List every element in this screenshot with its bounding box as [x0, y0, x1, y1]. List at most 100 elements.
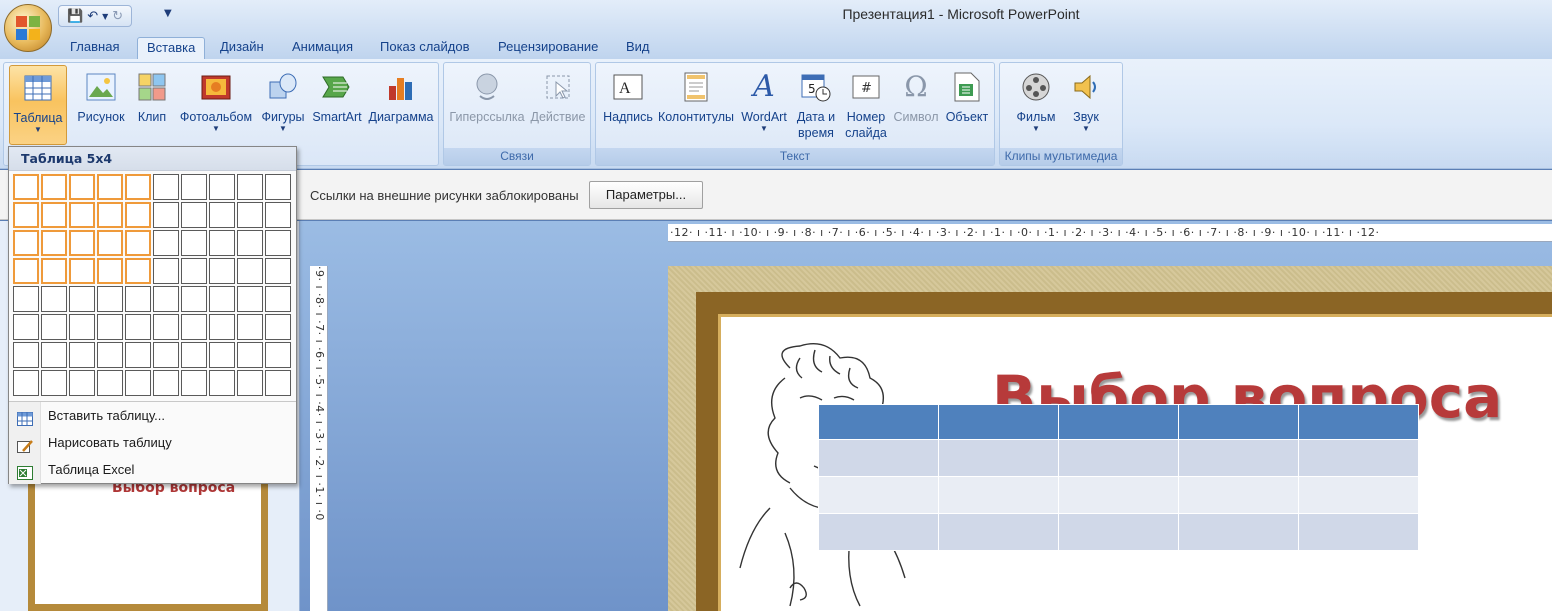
- grid-cell[interactable]: [69, 258, 95, 284]
- grid-cell[interactable]: [153, 202, 179, 228]
- grid-cell[interactable]: [237, 258, 263, 284]
- tab-animation[interactable]: Анимация: [283, 37, 362, 59]
- grid-cell[interactable]: [209, 342, 235, 368]
- grid-cell[interactable]: [153, 286, 179, 312]
- wordart-button[interactable]: A WordArt ▼: [736, 71, 792, 133]
- grid-cell[interactable]: [69, 370, 95, 396]
- grid-cell[interactable]: [237, 174, 263, 200]
- grid-cell[interactable]: [237, 370, 263, 396]
- slide-number-button[interactable]: # Номер слайда: [842, 71, 890, 141]
- object-button[interactable]: Объект: [942, 71, 992, 125]
- grid-cell[interactable]: [237, 342, 263, 368]
- grid-cell[interactable]: [97, 202, 123, 228]
- grid-cell[interactable]: [153, 230, 179, 256]
- table-cell[interactable]: [1298, 404, 1419, 440]
- sound-button[interactable]: Звук ▼: [1064, 71, 1108, 133]
- grid-cell[interactable]: [125, 258, 151, 284]
- grid-cell[interactable]: [265, 230, 291, 256]
- grid-cell[interactable]: [237, 286, 263, 312]
- table-cell[interactable]: [1058, 476, 1179, 514]
- grid-cell[interactable]: [181, 202, 207, 228]
- grid-cell[interactable]: [265, 314, 291, 340]
- table-cell[interactable]: [1298, 513, 1419, 551]
- grid-cell[interactable]: [13, 370, 39, 396]
- smartart-button[interactable]: SmartArt: [308, 71, 366, 125]
- hyperlink-button[interactable]: Гиперссылка: [448, 71, 526, 125]
- grid-cell[interactable]: [13, 342, 39, 368]
- grid-cell[interactable]: [237, 202, 263, 228]
- date-time-button[interactable]: 5 Дата и время: [792, 71, 840, 141]
- grid-cell[interactable]: [41, 174, 67, 200]
- table-cell[interactable]: [938, 404, 1059, 440]
- tab-home[interactable]: Главная: [61, 37, 128, 59]
- grid-cell[interactable]: [41, 202, 67, 228]
- grid-cell[interactable]: [13, 258, 39, 284]
- grid-cell[interactable]: [13, 230, 39, 256]
- table-cell[interactable]: [1178, 439, 1299, 477]
- grid-cell[interactable]: [125, 286, 151, 312]
- symbol-button[interactable]: Ω Символ: [890, 71, 942, 125]
- grid-cell[interactable]: [153, 314, 179, 340]
- table-cell[interactable]: [818, 439, 939, 477]
- movie-button[interactable]: Фильм ▼: [1006, 71, 1066, 133]
- table-cell[interactable]: [1058, 513, 1179, 551]
- table-cell[interactable]: [1178, 404, 1299, 440]
- grid-cell[interactable]: [265, 174, 291, 200]
- table-cell[interactable]: [938, 513, 1059, 551]
- photo-album-button[interactable]: Фотоальбом ▼: [176, 71, 256, 133]
- grid-cell[interactable]: [41, 370, 67, 396]
- grid-cell[interactable]: [265, 370, 291, 396]
- grid-cell[interactable]: [209, 314, 235, 340]
- table-cell[interactable]: [938, 476, 1059, 514]
- chart-button[interactable]: Диаграмма: [364, 71, 438, 125]
- office-button[interactable]: [4, 4, 52, 52]
- grid-cell[interactable]: [265, 202, 291, 228]
- grid-cell[interactable]: [13, 202, 39, 228]
- grid-cell[interactable]: [69, 286, 95, 312]
- grid-cell[interactable]: [69, 230, 95, 256]
- grid-cell[interactable]: [181, 174, 207, 200]
- table-button[interactable]: Таблица ▼: [9, 65, 67, 145]
- grid-cell[interactable]: [13, 286, 39, 312]
- grid-cell[interactable]: [125, 174, 151, 200]
- grid-cell[interactable]: [181, 258, 207, 284]
- table-cell[interactable]: [1298, 439, 1419, 477]
- grid-cell[interactable]: [265, 286, 291, 312]
- grid-cell[interactable]: [181, 286, 207, 312]
- grid-cell[interactable]: [125, 230, 151, 256]
- grid-cell[interactable]: [97, 314, 123, 340]
- grid-cell[interactable]: [125, 370, 151, 396]
- tab-view[interactable]: Вид: [617, 37, 659, 59]
- grid-cell[interactable]: [125, 202, 151, 228]
- grid-cell[interactable]: [97, 258, 123, 284]
- table-cell[interactable]: [1058, 439, 1179, 477]
- grid-cell[interactable]: [265, 258, 291, 284]
- grid-cell[interactable]: [209, 202, 235, 228]
- grid-cell[interactable]: [237, 230, 263, 256]
- grid-cell[interactable]: [69, 202, 95, 228]
- table-cell[interactable]: [938, 439, 1059, 477]
- clip-button[interactable]: Клип: [132, 71, 172, 125]
- grid-cell[interactable]: [41, 230, 67, 256]
- grid-cell[interactable]: [97, 370, 123, 396]
- grid-cell[interactable]: [209, 230, 235, 256]
- grid-cell[interactable]: [153, 174, 179, 200]
- options-button[interactable]: Параметры...: [589, 181, 703, 209]
- picture-button[interactable]: Рисунок: [74, 71, 128, 125]
- grid-cell[interactable]: [69, 314, 95, 340]
- grid-cell[interactable]: [97, 174, 123, 200]
- grid-cell[interactable]: [153, 342, 179, 368]
- grid-cell[interactable]: [153, 370, 179, 396]
- table-cell[interactable]: [818, 404, 939, 440]
- tab-insert[interactable]: Вставка: [137, 37, 206, 59]
- grid-cell[interactable]: [209, 258, 235, 284]
- grid-cell[interactable]: [41, 342, 67, 368]
- grid-cell[interactable]: [237, 314, 263, 340]
- grid-cell[interactable]: [125, 314, 151, 340]
- grid-cell[interactable]: [181, 342, 207, 368]
- action-button[interactable]: Действие: [528, 71, 588, 125]
- insert-table-item[interactable]: Вставить таблицу...: [9, 403, 296, 429]
- grid-cell[interactable]: [125, 342, 151, 368]
- grid-cell[interactable]: [265, 342, 291, 368]
- slide-table[interactable]: [818, 404, 1419, 551]
